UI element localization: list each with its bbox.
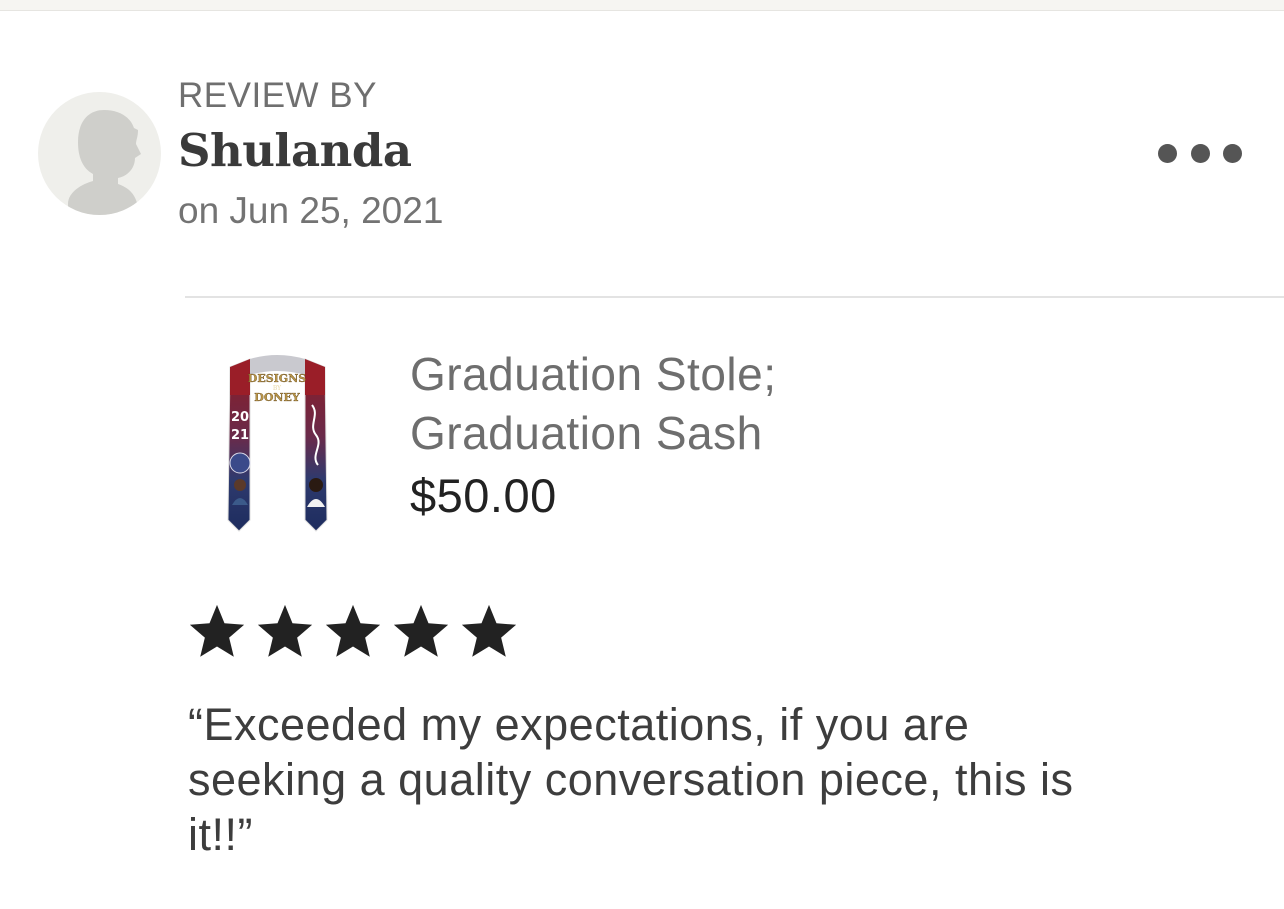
review-text-line: it!!” [188,809,253,860]
reviewer-name[interactable]: Shulanda [178,124,412,177]
more-options-icon [1158,143,1177,163]
star-icon [461,604,517,657]
top-strip [0,0,1284,11]
more-options-button[interactable] [1158,138,1242,168]
review-text-line: seeking a quality conversation piece, th… [188,754,1074,805]
product-title-line: Graduation Sash [410,407,763,459]
product-title-line: Graduation Stole; [410,348,777,400]
product-year-text: 20 [231,410,249,425]
star-rating [186,601,520,663]
divider [185,296,1284,298]
more-options-icon [1190,143,1210,163]
review-text: “Exceeded my expectations, if you are se… [188,697,1248,862]
product-year-text: 21 [231,428,249,443]
product-title[interactable]: Graduation Stole; Graduation Sash [410,345,970,463]
default-avatar-icon [68,110,141,215]
star-icon [393,604,449,657]
product-logo-text: DONEY [254,391,300,404]
star-icon [189,604,245,657]
review-by-label: REVIEW BY [178,76,377,115]
more-options-icon [1223,143,1242,163]
star-icon [325,604,381,657]
review-text-line: “Exceeded my expectations, if you are [188,699,970,750]
reviewer-avatar[interactable] [38,92,161,215]
product-image[interactable]: DESIGNS BY DONEY 20 21 [220,355,335,535]
product-logo-text: DESIGNS [248,372,306,385]
product-price: $50.00 [410,469,557,522]
star-icon [257,604,313,657]
review-date: on Jun 25, 2021 [178,190,444,231]
